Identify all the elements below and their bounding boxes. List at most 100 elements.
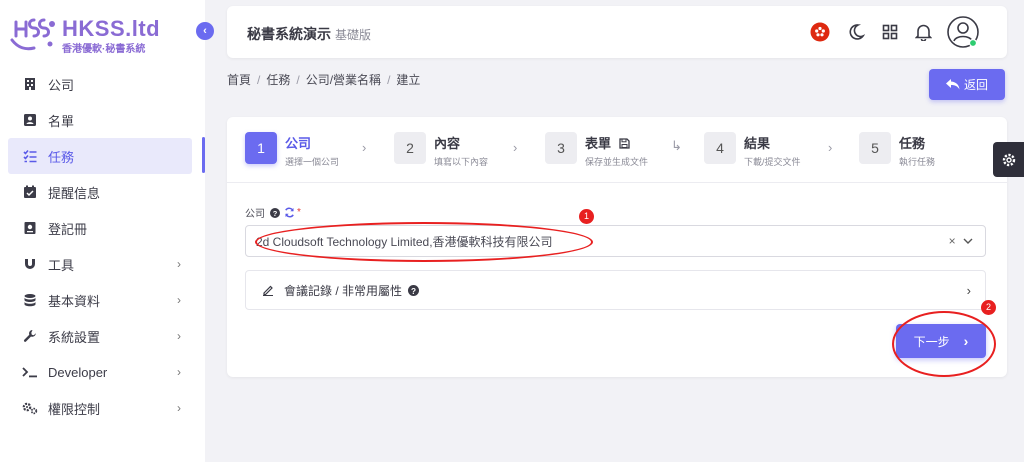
sidebar-item-developer[interactable]: Developer › [0,354,205,390]
sidebar-item-permissions[interactable]: 權限控制 › [0,390,205,426]
step-task[interactable]: 5 任務 執行任務 [859,132,936,167]
sidebar-item-register[interactable]: 登記冊 [0,210,205,246]
back-button-label: 返回 [963,78,988,92]
step-content[interactable]: 2 內容 填寫以下內容 [394,132,489,167]
step-title: 任務 [899,136,926,151]
chevron-right-icon: › [828,140,833,155]
breadcrumb-tasks[interactable]: 任務 [266,73,290,87]
wrench-icon [22,328,38,344]
reply-arrow-icon [945,79,960,90]
step-number: 5 [859,132,891,164]
annotation-oval-2 [892,311,996,377]
step-description: 下載/提交文件 [744,157,801,167]
step-title: 公司 [285,136,312,151]
back-button[interactable]: 返回 [929,69,1005,100]
collapse-label: 會議記錄 / 非常用屬性 [284,283,403,298]
brand-logo[interactable]: HKSS.ltd 香港優軟·秘書系統 [8,14,183,56]
hk-flag-icon[interactable] [809,21,831,43]
top-header: 秘書系統演示 基礎版 [227,6,1007,58]
sidebar-item-label: 公司 [48,77,75,93]
meeting-records-collapse[interactable]: 會議記錄 / 非常用屬性 ? › [245,270,986,310]
step-description: 填寫以下內容 [434,157,489,167]
brand-title: HKSS.ltd [62,16,161,41]
chevron-right-icon: › [966,283,971,298]
company-field-label: 公司 ? * [245,207,301,220]
step-number: 4 [704,132,736,164]
step-number: 1 [245,132,277,164]
breadcrumb-create: 建立 [396,73,421,87]
step-description: 保存並生成文件 [585,157,649,167]
sidebar-item-company[interactable]: 公司 [0,66,205,102]
task-list-icon [22,148,38,164]
apps-grid-icon[interactable] [879,21,901,43]
user-avatar-icon [947,16,979,48]
annotation-badge-2: 2 [981,300,996,315]
notification-bell-icon[interactable] [912,21,934,43]
sidebar-item-label: 權限控制 [48,401,101,417]
active-indicator [202,137,205,173]
theme-settings-button[interactable] [993,142,1024,177]
logo-mark-icon [10,18,55,51]
contact-card-icon [22,112,38,128]
svg-text:?: ? [273,209,278,218]
gears-icon [22,400,38,416]
step-title: 內容 [434,136,461,151]
chevron-right-icon: › [177,329,181,343]
annotation-badge-1: 1 [579,209,594,224]
app-title: 秘書系統演示 [247,26,331,42]
step-result[interactable]: 4 結果 下載/提交文件 [704,132,801,167]
stepper: 1 公司 選擇一個公司 › 2 內容 填寫以下內容 › 3 表單 保存並生成文件 [227,117,1007,183]
database-icon [22,292,38,308]
step-number: 3 [545,132,577,164]
sidebar-item-list[interactable]: 名單 [0,102,205,138]
step-form[interactable]: 3 表單 保存並生成文件 [545,132,649,167]
step-description: 執行任務 [899,157,936,167]
calendar-check-icon [22,184,38,200]
step-number: 2 [394,132,426,164]
refresh-icon[interactable] [284,207,295,218]
help-icon[interactable]: ? [270,207,280,218]
chevron-right-icon: › [177,257,181,271]
sidebar-collapse-button[interactable]: ‹ [196,22,214,40]
chevron-right-icon: › [513,140,518,155]
edition-label: 基礎版 [335,28,372,42]
gear-icon [1002,153,1015,166]
chevron-down-icon[interactable] [963,238,973,245]
help-icon[interactable]: ? [408,284,420,296]
breadcrumb-company-name[interactable]: 公司/營業名稱 [306,73,381,87]
chevron-right-icon: › [177,293,181,307]
turn-arrow-icon: ↳ [671,138,682,153]
required-mark: * [297,207,301,218]
register-book-icon [22,220,38,236]
breadcrumb-home[interactable]: 首頁 [227,73,251,87]
dark-mode-icon[interactable] [845,21,867,43]
chevron-right-icon: › [177,365,181,379]
edit-pencil-icon [263,285,273,296]
sidebar: HKSS.ltd 香港優軟·秘書系統 公司 名單 任務 提醒信息 登記冊 工具 … [0,0,205,462]
sidebar-item-reminders[interactable]: 提醒信息 [0,174,205,210]
sidebar-nav: 公司 名單 任務 提醒信息 登記冊 工具 › 基本資料 › 系統設置 › Dev… [0,66,205,426]
sidebar-item-label: 提醒信息 [48,185,101,201]
step-company[interactable]: 1 公司 選擇一個公司 [245,132,340,167]
annotation-oval-1 [255,222,593,262]
sidebar-item-label: 登記冊 [48,221,88,237]
user-avatar[interactable] [947,16,979,48]
step-title: 表單 [585,133,648,152]
page-title: 秘書系統演示 基礎版 [247,24,371,44]
svg-text:?: ? [411,286,416,295]
step-description: 選擇一個公司 [285,157,340,167]
clear-icon[interactable]: × [949,234,956,248]
building-icon [22,76,38,92]
sidebar-item-label: 系統設置 [48,329,101,345]
sidebar-item-system-settings[interactable]: 系統設置 › [0,318,205,354]
breadcrumb: 首頁 / 任務 / 公司/營業名稱 / 建立 [227,73,421,87]
chevron-right-icon: › [362,140,367,155]
chevron-right-icon: › [177,401,181,415]
sidebar-item-tasks[interactable]: 任務 [8,138,192,174]
sidebar-item-label: 基本資料 [48,293,101,309]
sidebar-item-tools[interactable]: 工具 › [0,246,205,282]
sidebar-item-label: 名單 [48,113,75,129]
save-icon [618,138,630,149]
sidebar-item-basic-data[interactable]: 基本資料 › [0,282,205,318]
sidebar-item-label: 工具 [48,257,75,273]
